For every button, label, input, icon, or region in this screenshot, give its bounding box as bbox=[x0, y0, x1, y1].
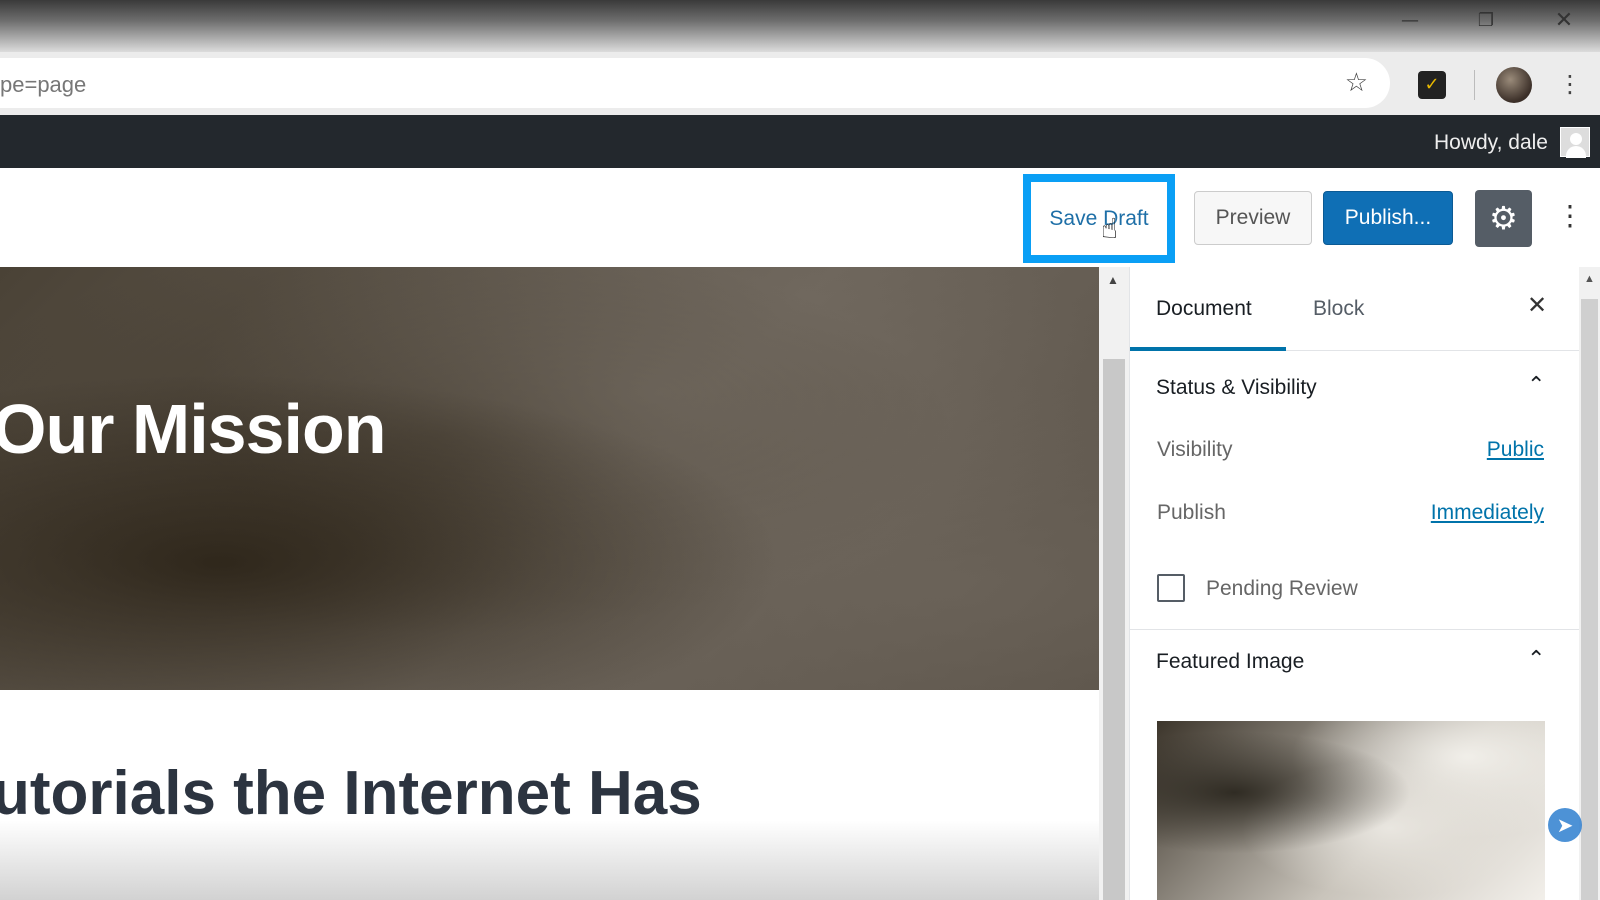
settings-sidebar: Document Block ✕ Status & Visibility ⌃ V… bbox=[1129, 267, 1580, 900]
panel-divider bbox=[1130, 629, 1580, 630]
url-text[interactable]: pe=page bbox=[0, 72, 86, 98]
status-visibility-title[interactable]: Status & Visibility bbox=[1156, 376, 1317, 400]
hand-pointer-icon: ☝ bbox=[1101, 212, 1119, 245]
address-bar[interactable]: pe=page ☆ bbox=[0, 58, 1390, 108]
save-draft-highlight: Save Draft bbox=[1023, 174, 1175, 263]
content-heading[interactable]: utorials the Internet Has bbox=[0, 758, 702, 829]
profile-avatar[interactable] bbox=[1496, 67, 1532, 103]
howdy-greeting[interactable]: Howdy, dale bbox=[1434, 131, 1548, 155]
toolbar-divider bbox=[1474, 70, 1475, 100]
visibility-link[interactable]: Public bbox=[1487, 438, 1544, 462]
featured-image-thumbnail[interactable] bbox=[1157, 721, 1545, 900]
cover-block[interactable]: Our Mission bbox=[0, 267, 1099, 690]
editor-scroll-thumb[interactable] bbox=[1103, 359, 1125, 900]
address-bar-row: pe=page ☆ bbox=[0, 52, 1600, 115]
pending-review-label[interactable]: Pending Review bbox=[1206, 577, 1358, 601]
sidebar-scroll-thumb[interactable] bbox=[1581, 299, 1598, 900]
publish-label: Publish bbox=[1157, 501, 1226, 524]
chevron-up-icon[interactable]: ⌃ bbox=[1527, 373, 1545, 398]
gear-icon[interactable]: ⚙ bbox=[1475, 190, 1532, 247]
bottom-fade bbox=[0, 820, 1099, 900]
publish-schedule-link[interactable]: Immediately bbox=[1431, 501, 1544, 525]
sidebar-tabs: Document Block ✕ bbox=[1130, 267, 1580, 351]
star-icon[interactable]: ☆ bbox=[1345, 68, 1368, 98]
scroll-up-icon[interactable]: ▲ bbox=[1584, 273, 1595, 285]
tab-block[interactable]: Block bbox=[1313, 267, 1364, 351]
close-window-icon[interactable]: ✕ bbox=[1544, 8, 1584, 34]
publish-button[interactable]: Publish... bbox=[1323, 191, 1453, 245]
pointer-cursor-icon: ➤ bbox=[1548, 808, 1582, 842]
featured-image-title[interactable]: Featured Image bbox=[1156, 650, 1304, 674]
scroll-up-icon[interactable]: ▲ bbox=[1107, 273, 1119, 287]
active-tab-indicator bbox=[1130, 347, 1286, 351]
more-options-icon[interactable]: ⋮ bbox=[1556, 196, 1584, 236]
sidebar-scrollbar[interactable]: ▲ bbox=[1579, 267, 1600, 900]
maximize-icon[interactable]: ❐ bbox=[1466, 8, 1506, 34]
preview-button[interactable]: Preview bbox=[1194, 191, 1312, 245]
checkmark-extension-icon[interactable]: ✓ bbox=[1418, 71, 1446, 99]
cover-title[interactable]: Our Mission bbox=[0, 389, 386, 469]
close-icon[interactable]: ✕ bbox=[1527, 291, 1547, 319]
browser-title-bar: — ❐ ✕ bbox=[0, 0, 1600, 52]
save-draft-button[interactable]: Save Draft bbox=[1031, 182, 1167, 255]
editor-scrollbar[interactable]: ▲ bbox=[1099, 267, 1129, 900]
minimize-icon[interactable]: — bbox=[1390, 8, 1430, 34]
visibility-label: Visibility bbox=[1157, 438, 1233, 461]
chevron-up-icon[interactable]: ⌃ bbox=[1527, 647, 1545, 672]
kebab-icon[interactable]: ⋮ bbox=[1558, 66, 1582, 102]
pending-review-checkbox[interactable] bbox=[1157, 574, 1185, 602]
user-avatar-icon[interactable] bbox=[1560, 127, 1590, 158]
wp-admin-bar: Howdy, dale bbox=[0, 115, 1600, 168]
tab-document[interactable]: Document bbox=[1156, 267, 1252, 351]
